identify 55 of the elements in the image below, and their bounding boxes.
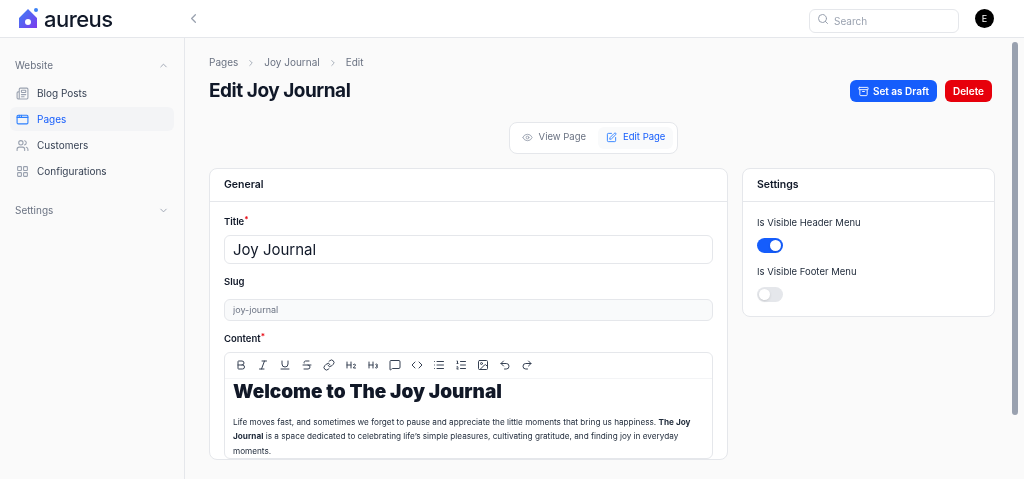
sidebar-group-header[interactable]: Website (10, 58, 174, 73)
breadcrumb-link[interactable]: Joy Journal (264, 55, 320, 70)
delete-button[interactable]: Delete (945, 80, 992, 103)
archive-icon (857, 85, 869, 97)
underline-icon[interactable] (279, 359, 291, 372)
link-icon[interactable] (323, 359, 335, 372)
sidebar-item[interactable]: Configurations (10, 159, 174, 183)
scrollbar[interactable] (1012, 42, 1018, 415)
search-field[interactable]: Search (809, 8, 959, 33)
bold-icon[interactable] (235, 359, 247, 372)
card-title: Settings (757, 176, 799, 193)
field-label: Content (224, 331, 261, 346)
strikethrough-icon[interactable] (301, 359, 313, 372)
sidebar-group-header[interactable]: Settings (10, 203, 174, 218)
breadcrumb-link[interactable]: Edit (345, 55, 364, 70)
content-heading: Welcome to The Joy Journal (233, 378, 503, 405)
card-title: General (224, 176, 264, 193)
users-icon (16, 138, 29, 152)
rich-text-editor[interactable] (224, 351, 713, 460)
heading-two-icon[interactable] (345, 359, 357, 372)
field-label: Title (224, 214, 245, 229)
toggle-switch[interactable] (757, 237, 783, 253)
view-tab[interactable]: View Page (513, 126, 595, 149)
heading-three-icon[interactable] (367, 359, 379, 372)
search-icon (817, 12, 829, 25)
required-mark: * (260, 331, 265, 341)
logo-icon (16, 6, 40, 31)
pencil-icon (606, 132, 618, 143)
view-tab[interactable]: Edit Page (598, 126, 674, 149)
redo-icon[interactable] (521, 359, 533, 372)
page-title: Edit Joy Journal (209, 78, 351, 104)
speech-bubble-icon[interactable] (389, 359, 401, 372)
undo-icon[interactable] (499, 359, 511, 372)
eye-icon (521, 132, 533, 143)
required-mark: * (244, 214, 249, 226)
text-field[interactable]: Joy Journal (224, 234, 713, 264)
newspaper-icon (16, 86, 29, 100)
content-paragraph: Life moves fast, and sometimes we forget to pause and appreciate the little moments that bring us happiness. The Joy Journal is a space dedicated to celebrating life’s simple pleasures, cultivating gratitude, and finding joy in everyday moments. (233, 415, 692, 458)
bullet-list-icon[interactable] (433, 359, 445, 372)
grid-icon (16, 164, 29, 178)
toggle-switch[interactable] (757, 287, 783, 302)
field-label: Slug (224, 274, 245, 289)
user-avatar[interactable]: E (975, 9, 994, 28)
toggle-label: Is Visible Footer Menu (757, 264, 857, 279)
breadcrumb-link[interactable]: Pages (209, 55, 239, 70)
image-icon[interactable] (477, 359, 489, 372)
window-icon (16, 112, 29, 126)
sidebar-item[interactable]: Blog Posts (10, 81, 174, 105)
sidebar-item[interactable]: Customers (10, 133, 174, 157)
brand-name: aureus (44, 7, 113, 30)
draft-button[interactable]: Set as Draft (849, 80, 937, 103)
toggle-label: Is Visible Header Menu (757, 215, 861, 230)
sidebar-item[interactable]: Pages (10, 107, 174, 131)
numbered-list-icon[interactable] (455, 359, 467, 372)
italic-icon[interactable] (257, 359, 269, 372)
